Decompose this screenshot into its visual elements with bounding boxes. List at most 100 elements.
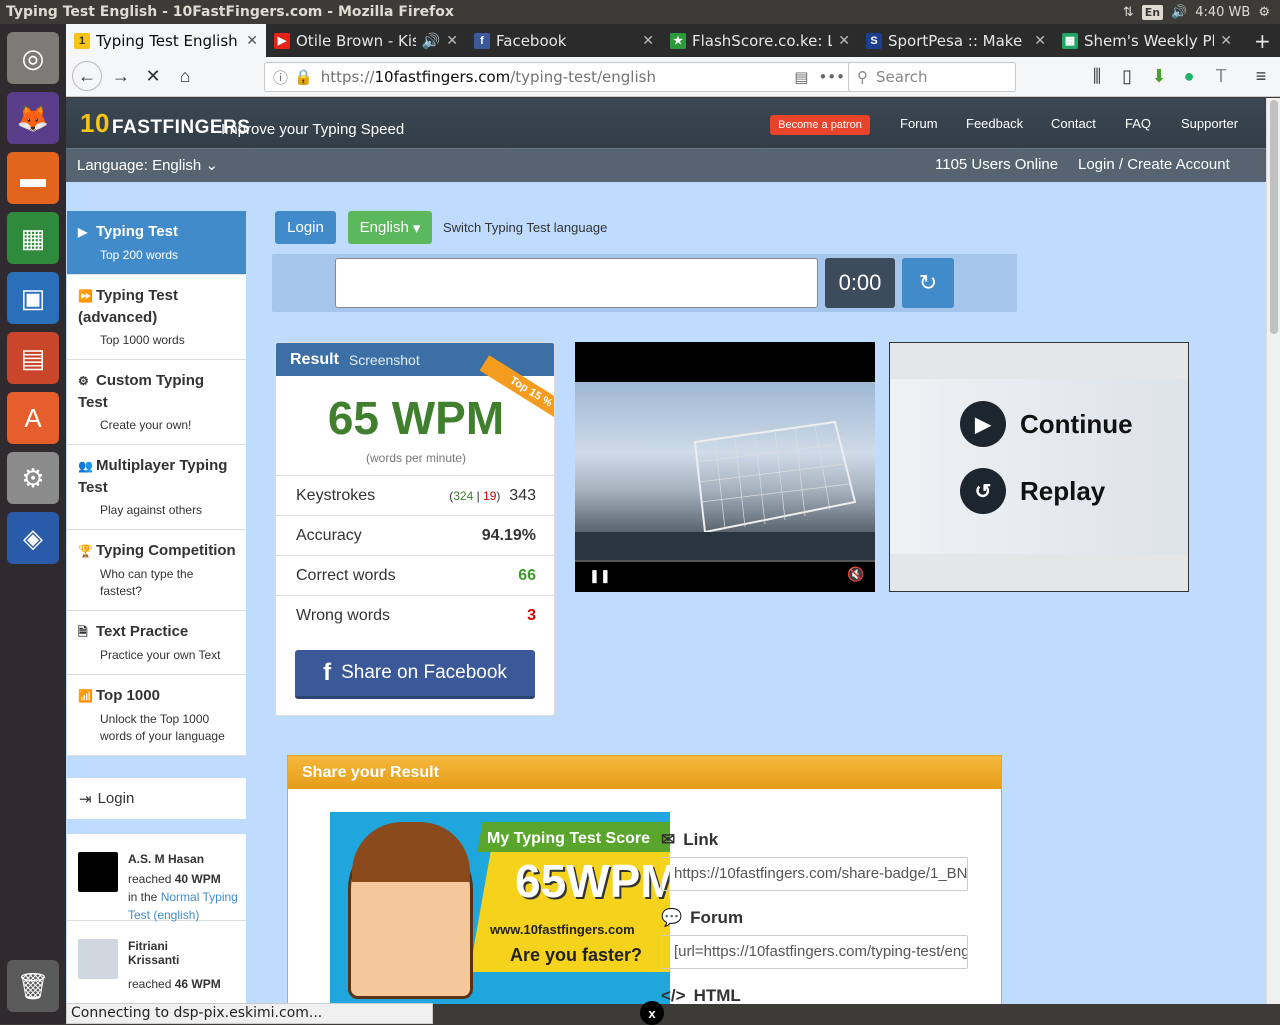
share-facebook-button[interactable]: f Share on Facebook xyxy=(295,650,535,699)
settings-icon[interactable]: ⚙ xyxy=(1258,5,1270,20)
system-settings-icon[interactable]: ⚙ xyxy=(7,452,59,504)
menu-icon[interactable]: ≡ xyxy=(1246,61,1276,91)
firefox-icon[interactable]: 🦊 xyxy=(7,92,59,144)
video-ad[interactable]: ❚❚ 🔇 xyxy=(575,342,875,592)
window-title: Typing Test English - 10FastFingers.com … xyxy=(0,0,1280,24)
page-scrollbar[interactable] xyxy=(1266,98,1280,1004)
code-icon: </> xyxy=(661,986,686,1004)
keyboard-layout[interactable]: En xyxy=(1141,4,1164,20)
info-icon[interactable]: ⓘ xyxy=(273,67,288,88)
close-icon[interactable]: ✕ xyxy=(1034,33,1046,49)
replay-icon: ↺ xyxy=(960,468,1006,514)
forum-label: 💬 Forum xyxy=(661,908,744,927)
close-icon[interactable]: ✕ xyxy=(838,33,850,49)
home-icon[interactable]: ⌂ xyxy=(170,61,200,91)
tab-bar: 1 Typing Test English - ✕ ▶ Otile Brown … xyxy=(66,24,1280,57)
forward-button[interactable]: → xyxy=(106,61,136,91)
typing-input[interactable] xyxy=(335,258,818,308)
volume-icon[interactable]: 🔊 xyxy=(1171,5,1187,20)
sidebar-item-competition[interactable]: 🏆 Typing Competition Who can type the fas… xyxy=(67,530,246,611)
wrong-words-row: Wrong words 3 xyxy=(276,595,554,635)
login-button[interactable]: Login xyxy=(275,211,336,244)
sportpesa-icon: S xyxy=(866,32,882,49)
avatar[interactable] xyxy=(78,939,118,979)
app-icon[interactable]: ◈ xyxy=(7,512,59,564)
reload-icon[interactable]: ↻ xyxy=(902,258,954,308)
continue-button[interactable]: ▶ Continue xyxy=(960,401,1133,447)
avatar[interactable] xyxy=(78,852,118,892)
close-ad-button[interactable]: x xyxy=(640,1001,664,1025)
sidebar-icon[interactable]: ▯ xyxy=(1112,61,1142,91)
sidebar-item-typing-test[interactable]: ▶ Typing Test Top 200 words xyxy=(67,211,246,275)
tab-sportpesa[interactable]: S SportPesa :: Make it ✕ xyxy=(858,24,1054,57)
sidebar-menu: ▶ Typing Test Top 200 words ⏩ Typing Test … xyxy=(67,211,246,756)
nav-faq[interactable]: FAQ xyxy=(1125,116,1151,131)
patron-button[interactable]: Become a patron xyxy=(770,115,870,135)
screenshot-tab[interactable]: Screenshot xyxy=(349,352,420,368)
search-input[interactable]: ⚲ Search xyxy=(848,62,1016,92)
library-icon[interactable]: ⫼ xyxy=(1082,61,1112,91)
clock[interactable]: 4:40 WB xyxy=(1195,5,1250,20)
url-bar[interactable]: ⓘ 🔒 https:// 10fastfingers.com /typing-t… xyxy=(264,62,904,92)
trophy-icon: 🏆 xyxy=(78,544,93,558)
language-dropdown[interactable]: Language: English ⌄ xyxy=(77,156,218,174)
close-icon[interactable]: ✕ xyxy=(1220,33,1232,49)
new-tab-button[interactable]: + xyxy=(1246,24,1280,57)
spreadsheet-icon[interactable]: ▦ xyxy=(7,212,59,264)
tab-flashscore[interactable]: ★ FlashScore.co.ke: Li ✕ xyxy=(662,24,858,57)
10ff-icon: 1 xyxy=(74,32,90,49)
tab-typing-test[interactable]: 1 Typing Test English - ✕ xyxy=(66,24,266,57)
sidebar-item-custom-typing-test[interactable]: ⚙ Custom Typing Test Create your own! xyxy=(67,360,246,445)
presentation-icon[interactable]: ▤ xyxy=(7,332,59,384)
pause-icon[interactable]: ❚❚ xyxy=(589,568,611,584)
tab-facebook[interactable]: f Facebook ✕ xyxy=(466,24,662,57)
login-create-link[interactable]: Login / Create Account xyxy=(1078,156,1230,173)
activity-feed: A.S. M Hasan reached 40 WPM in the Normal… xyxy=(67,834,246,1004)
video-progress[interactable] xyxy=(575,560,875,562)
nav-forum[interactable]: Forum xyxy=(900,116,938,131)
share-header: Share your Result xyxy=(288,756,1001,789)
grammarly-icon[interactable]: ● xyxy=(1174,61,1204,91)
sidebar-item-text-practice[interactable]: 🗎 Text Practice Practice your own Text xyxy=(67,611,246,675)
replay-button[interactable]: ↺ Replay xyxy=(960,468,1105,514)
users-online: 1105 Users Online xyxy=(935,156,1059,173)
youtube-icon: ▶ xyxy=(274,32,290,49)
download-icon[interactable]: ⬇ xyxy=(1144,61,1174,91)
page-content: 10 FASTFINGERS Improve your Typing Speed… xyxy=(66,98,1266,1004)
nav-feedback[interactable]: Feedback xyxy=(966,116,1023,131)
tab-weekly-plan[interactable]: ▦ Shem's Weekly Plan ✕ xyxy=(1054,24,1240,57)
network-icon[interactable]: ⇅ xyxy=(1123,5,1134,20)
facebook-icon: f xyxy=(474,32,490,49)
forum-field[interactable]: [url=https://10fastfingers.com/typing-te… xyxy=(661,935,968,969)
sidebar-item-multiplayer[interactable]: 👥 Multiplayer Typing Test Play against ot… xyxy=(67,445,246,530)
launcher: ◎ 🦊 ▬ ▦ ▣ ▤ A ⚙ ◈ 🗑 xyxy=(0,24,66,1024)
sidebar-login[interactable]: ⇥ Login xyxy=(67,778,246,819)
close-icon[interactable]: ✕ xyxy=(246,33,258,49)
impress-icon[interactable]: ▣ xyxy=(7,272,59,324)
nav-supporter[interactable]: Supporter xyxy=(1181,116,1238,131)
timer: 0:00 xyxy=(825,258,895,308)
nav-contact[interactable]: Contact xyxy=(1051,116,1096,131)
scrollbar-thumb[interactable] xyxy=(1270,100,1278,334)
language-button[interactable]: English ▾ xyxy=(348,211,432,244)
close-icon[interactable]: ✕ xyxy=(446,33,458,49)
page-actions-icon[interactable]: ••• xyxy=(818,68,845,86)
tab-otile-brown[interactable]: ▶ Otile Brown - Kisto 🔊 ✕ xyxy=(266,24,466,57)
reader-view-icon[interactable]: ▤ xyxy=(794,68,808,86)
share-panel: Share your Result My Typing Test Score 6… xyxy=(287,755,1002,1004)
software-center-icon[interactable]: A xyxy=(7,392,59,444)
translate-icon[interactable]: T xyxy=(1206,61,1236,91)
ubuntu-icon[interactable]: ◎ xyxy=(7,32,59,84)
typing-area: 0:00 ↻ xyxy=(272,254,1017,312)
link-field[interactable]: https://10fastfingers.com/share-badge/1_… xyxy=(661,857,968,891)
result-badge-image[interactable]: My Typing Test Score 65WPM www.10fastfin… xyxy=(330,812,670,1004)
trash-icon[interactable]: 🗑 xyxy=(7,960,59,1012)
speaker-icon[interactable]: 🔊 xyxy=(422,32,441,50)
sidebar-item-top-1000[interactable]: 📶 Top 1000 Unlock the Top 1000 words of y… xyxy=(67,675,246,756)
files-icon[interactable]: ▬ xyxy=(7,152,59,204)
close-icon[interactable]: ✕ xyxy=(642,33,654,49)
back-button[interactable]: ← xyxy=(72,61,102,91)
mute-icon[interactable]: 🔇 xyxy=(847,566,864,583)
sidebar-item-typing-test-advanced[interactable]: ⏩ Typing Test (advanced) Top 1000 words xyxy=(67,275,246,360)
stop-button[interactable]: ✕ xyxy=(138,61,168,91)
